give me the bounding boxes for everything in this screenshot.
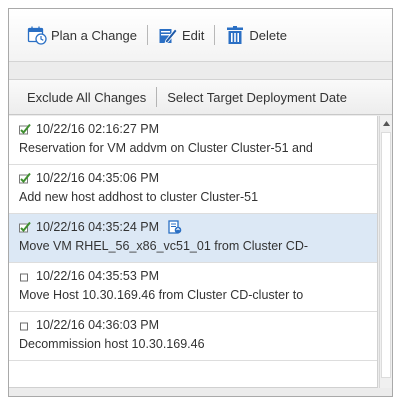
pencil-icon: [158, 25, 178, 45]
toolbar: Plan a Change Edit Delete: [9, 9, 392, 62]
green-check-icon[interactable]: [19, 123, 31, 135]
list-item[interactable]: 10/22/16 04:35:06 PM Add new host addhos…: [9, 165, 377, 214]
toolbar-divider: [214, 25, 216, 45]
edit-label: Edit: [182, 27, 205, 43]
delete-button[interactable]: Delete: [221, 22, 291, 48]
delete-label: Delete: [249, 27, 287, 43]
green-check-icon[interactable]: [19, 221, 31, 233]
list-item-selected[interactable]: 10/22/16 04:35:24 PM Move VM RHEL_56_x86…: [9, 214, 377, 263]
change-timestamp: 10/22/16 04:35:06 PM: [36, 171, 160, 185]
change-timestamp: 10/22/16 04:36:03 PM: [36, 318, 160, 332]
edit-document-icon[interactable]: [168, 220, 182, 234]
scrollbar-thumb[interactable]: [381, 132, 391, 378]
change-description: Move Host 10.30.169.46 from Cluster CD-c…: [19, 288, 304, 302]
change-timestamp: 10/22/16 02:16:27 PM: [36, 122, 160, 136]
change-description: Add new host addhost to cluster Cluster-…: [19, 190, 259, 204]
list-item[interactable]: 10/22/16 02:16:27 PM Reservation for VM …: [9, 116, 377, 165]
unchecked-box-icon[interactable]: [19, 319, 31, 331]
list-item[interactable]: 10/22/16 04:36:03 PM Decommission host 1…: [9, 312, 377, 361]
toolbar-divider: [147, 25, 149, 45]
changes-list-container: 10/22/16 02:16:27 PM Reservation for VM …: [9, 116, 392, 396]
select-target-deployment-date-button[interactable]: Select Target Deployment Date: [161, 90, 353, 105]
spacer: [9, 63, 392, 79]
trash-icon: [225, 25, 245, 45]
exclude-all-changes-button[interactable]: Exclude All Changes: [21, 90, 152, 105]
change-description: Reservation for VM addvm on Cluster Clus…: [19, 141, 313, 155]
action-bar: Exclude All Changes Select Target Deploy…: [9, 79, 392, 115]
vertical-scrollbar[interactable]: [379, 116, 392, 388]
list-item[interactable]: 10/22/16 04:35:53 PM Move Host 10.30.169…: [9, 263, 377, 312]
plan-a-change-button[interactable]: Plan a Change: [23, 22, 141, 48]
change-description: Move VM RHEL_56_x86_vc51_01 from Cluster…: [19, 239, 309, 253]
action-divider: [156, 87, 158, 107]
plan-a-change-label: Plan a Change: [51, 27, 138, 43]
change-timestamp: 10/22/16 04:35:24 PM: [36, 220, 160, 234]
calendar-clock-icon: [27, 25, 47, 45]
unchecked-box-icon[interactable]: [19, 270, 31, 282]
change-description: Decommission host 10.30.169.46: [19, 337, 205, 351]
green-check-icon[interactable]: [19, 172, 31, 184]
changes-list: 10/22/16 02:16:27 PM Reservation for VM …: [9, 116, 378, 388]
change-timestamp: 10/22/16 04:35:53 PM: [36, 269, 160, 283]
scroll-up-arrow-icon[interactable]: [380, 116, 393, 130]
planned-changes-panel: Plan a Change Edit Delete Exclude All Ch…: [8, 8, 393, 397]
edit-button[interactable]: Edit: [154, 22, 208, 48]
